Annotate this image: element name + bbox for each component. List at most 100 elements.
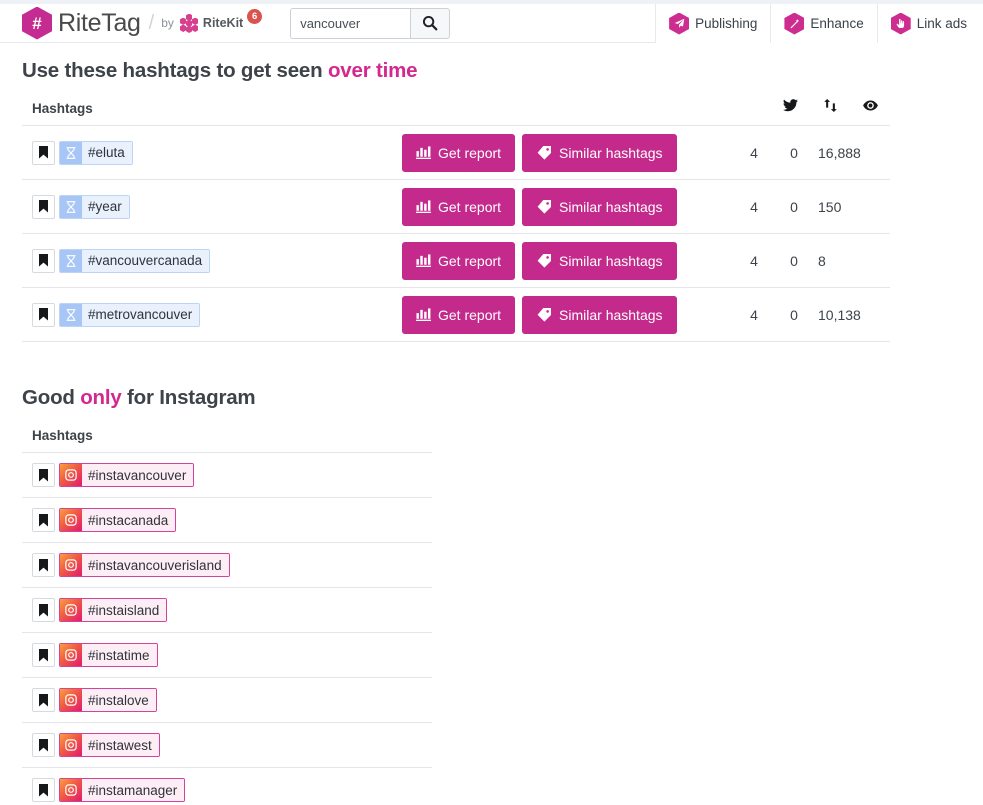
notification-badge[interactable]: 6 <box>247 8 263 24</box>
table-row: #metrovancouver Get report Similar hasht… <box>22 288 890 342</box>
table-over-time-header: Hashtags <box>22 83 890 125</box>
bookmark-button[interactable] <box>32 553 55 577</box>
search-input[interactable] <box>290 7 411 39</box>
list-item: #instalove <box>22 678 432 723</box>
brand-separator: / <box>148 11 155 34</box>
hashtag-chip[interactable]: #instacanada <box>59 508 177 532</box>
list-item: #instavancouver <box>22 453 432 498</box>
bookmark-icon <box>39 738 48 751</box>
views-value: 8 <box>818 252 826 269</box>
get-report-label: Get report <box>438 306 502 323</box>
get-report-button[interactable]: Get report <box>402 295 516 334</box>
brand-logo[interactable]: # RiteTag / by RiteKit 6 <box>22 4 263 43</box>
bookmark-icon <box>39 783 48 796</box>
bookmark-button[interactable] <box>32 733 55 757</box>
table-row: #year Get report Similar hashtags 4 0 15… <box>22 180 890 234</box>
nav-link-ads[interactable]: Link ads <box>877 4 983 43</box>
hashtag-chip[interactable]: #instalove <box>59 688 157 712</box>
hashtag-chip[interactable]: #instaisland <box>59 598 168 622</box>
hashtag-chip[interactable]: #vancouvercanada <box>59 248 211 273</box>
nav-publishing-label: Publishing <box>695 16 758 31</box>
similar-hashtags-button[interactable]: Similar hashtags <box>522 241 677 280</box>
get-report-button[interactable]: Get report <box>402 241 516 280</box>
hourglass-icon <box>60 141 82 164</box>
get-report-button[interactable]: Get report <box>402 133 516 172</box>
metrics-group: 4 0 8 <box>734 253 890 269</box>
by-label: by <box>161 16 174 30</box>
instagram-icon <box>60 599 82 621</box>
bookmark-button[interactable] <box>32 302 55 327</box>
hashtag-chip[interactable]: #instamanager <box>59 778 186 802</box>
instagram-icon <box>60 779 82 801</box>
bookmark-button[interactable] <box>32 688 55 712</box>
hashtag-chip[interactable]: #instavancouverisland <box>59 553 230 577</box>
list-item: #instatime <box>22 633 432 678</box>
section-title-over-time: Use these hashtags to get seen over time <box>22 59 983 83</box>
table-over-time: #eluta Get report Similar hashtags 4 0 1… <box>22 125 890 342</box>
section-title-instagram: Good only for Instagram <box>22 386 983 410</box>
hashtag-label: #instalove <box>82 689 156 711</box>
views-value: 150 <box>818 198 842 215</box>
search-button[interactable] <box>410 7 451 39</box>
section-instagram: Good only for Instagram Hashtags #instav… <box>22 386 983 805</box>
bar-chart-icon <box>416 253 431 267</box>
similar-hashtags-button[interactable]: Similar hashtags <box>522 295 677 334</box>
hashtag-chip[interactable]: #eluta <box>59 140 133 165</box>
bookmark-button[interactable] <box>32 140 55 165</box>
ritekit-logo-icon <box>179 13 199 33</box>
row-actions: Get report Similar hashtags <box>402 133 677 172</box>
retweets-value: 0 <box>790 198 798 215</box>
hashtag-label: #instavancouverisland <box>82 554 229 576</box>
list-item: #instaisland <box>22 588 432 633</box>
similar-hashtags-label: Similar hashtags <box>559 306 663 323</box>
views-value: 10,138 <box>818 306 861 323</box>
retweets-value: 0 <box>790 306 798 323</box>
bookmark-icon <box>39 693 48 706</box>
table-instagram-header: Hashtags <box>22 410 432 452</box>
tags-icon <box>537 145 552 160</box>
nav-publishing[interactable]: Publishing <box>656 4 772 43</box>
hashtag-chip[interactable]: #instavancouver <box>59 463 195 487</box>
get-report-button[interactable]: Get report <box>402 187 516 226</box>
bookmark-icon <box>39 308 48 321</box>
hashtag-cell: #metrovancouver <box>22 302 402 327</box>
hashtag-chip[interactable]: #year <box>59 194 130 219</box>
magic-wand-icon <box>784 12 805 35</box>
hashtag-label: #instacanada <box>82 509 176 531</box>
bookmark-icon <box>39 254 48 267</box>
brand-name: RiteTag <box>58 8 141 37</box>
hashtag-chip[interactable]: #instatime <box>59 643 158 667</box>
bookmark-button[interactable] <box>32 598 55 622</box>
ritetag-hex-icon: # <box>22 6 52 40</box>
hourglass-icon <box>60 249 82 272</box>
bookmark-button[interactable] <box>32 778 55 802</box>
app-page: # RiteTag / by RiteKit 6 vancouver Publi… <box>0 0 983 805</box>
hourglass-icon <box>60 195 82 218</box>
bookmark-button[interactable] <box>32 643 55 667</box>
nav-enhance[interactable]: Enhance <box>771 4 878 43</box>
hashtag-label: #eluta <box>82 141 132 164</box>
bookmark-button[interactable] <box>32 248 55 273</box>
bookmark-button[interactable] <box>32 463 55 487</box>
similar-hashtags-button[interactable]: Similar hashtags <box>522 133 677 172</box>
get-report-label: Get report <box>438 198 502 215</box>
hashtag-chip[interactable]: #instawest <box>59 733 160 757</box>
table-row: #vancouvercanada Get report Similar hash… <box>22 234 890 288</box>
hashtag-chip[interactable]: #metrovancouver <box>59 302 201 327</box>
search-form <box>290 7 451 39</box>
row-actions: Get report Similar hashtags <box>402 295 677 334</box>
hashtag-cell: #year <box>22 194 402 219</box>
twitter-bird-icon <box>770 99 810 115</box>
hashtag-label: #instaisland <box>82 599 167 621</box>
bookmark-icon <box>39 648 48 661</box>
list-item: #instawest <box>22 723 432 768</box>
similar-hashtags-button[interactable]: Similar hashtags <box>522 187 677 226</box>
hashtag-label: #instavancouver <box>82 464 194 486</box>
bookmark-button[interactable] <box>32 508 55 532</box>
similar-hashtags-label: Similar hashtags <box>559 252 663 269</box>
tags-icon <box>537 307 552 322</box>
bar-chart-icon <box>416 145 431 159</box>
bookmark-button[interactable] <box>32 194 55 219</box>
bar-chart-icon <box>416 307 431 321</box>
tweets-value: 4 <box>750 252 758 269</box>
